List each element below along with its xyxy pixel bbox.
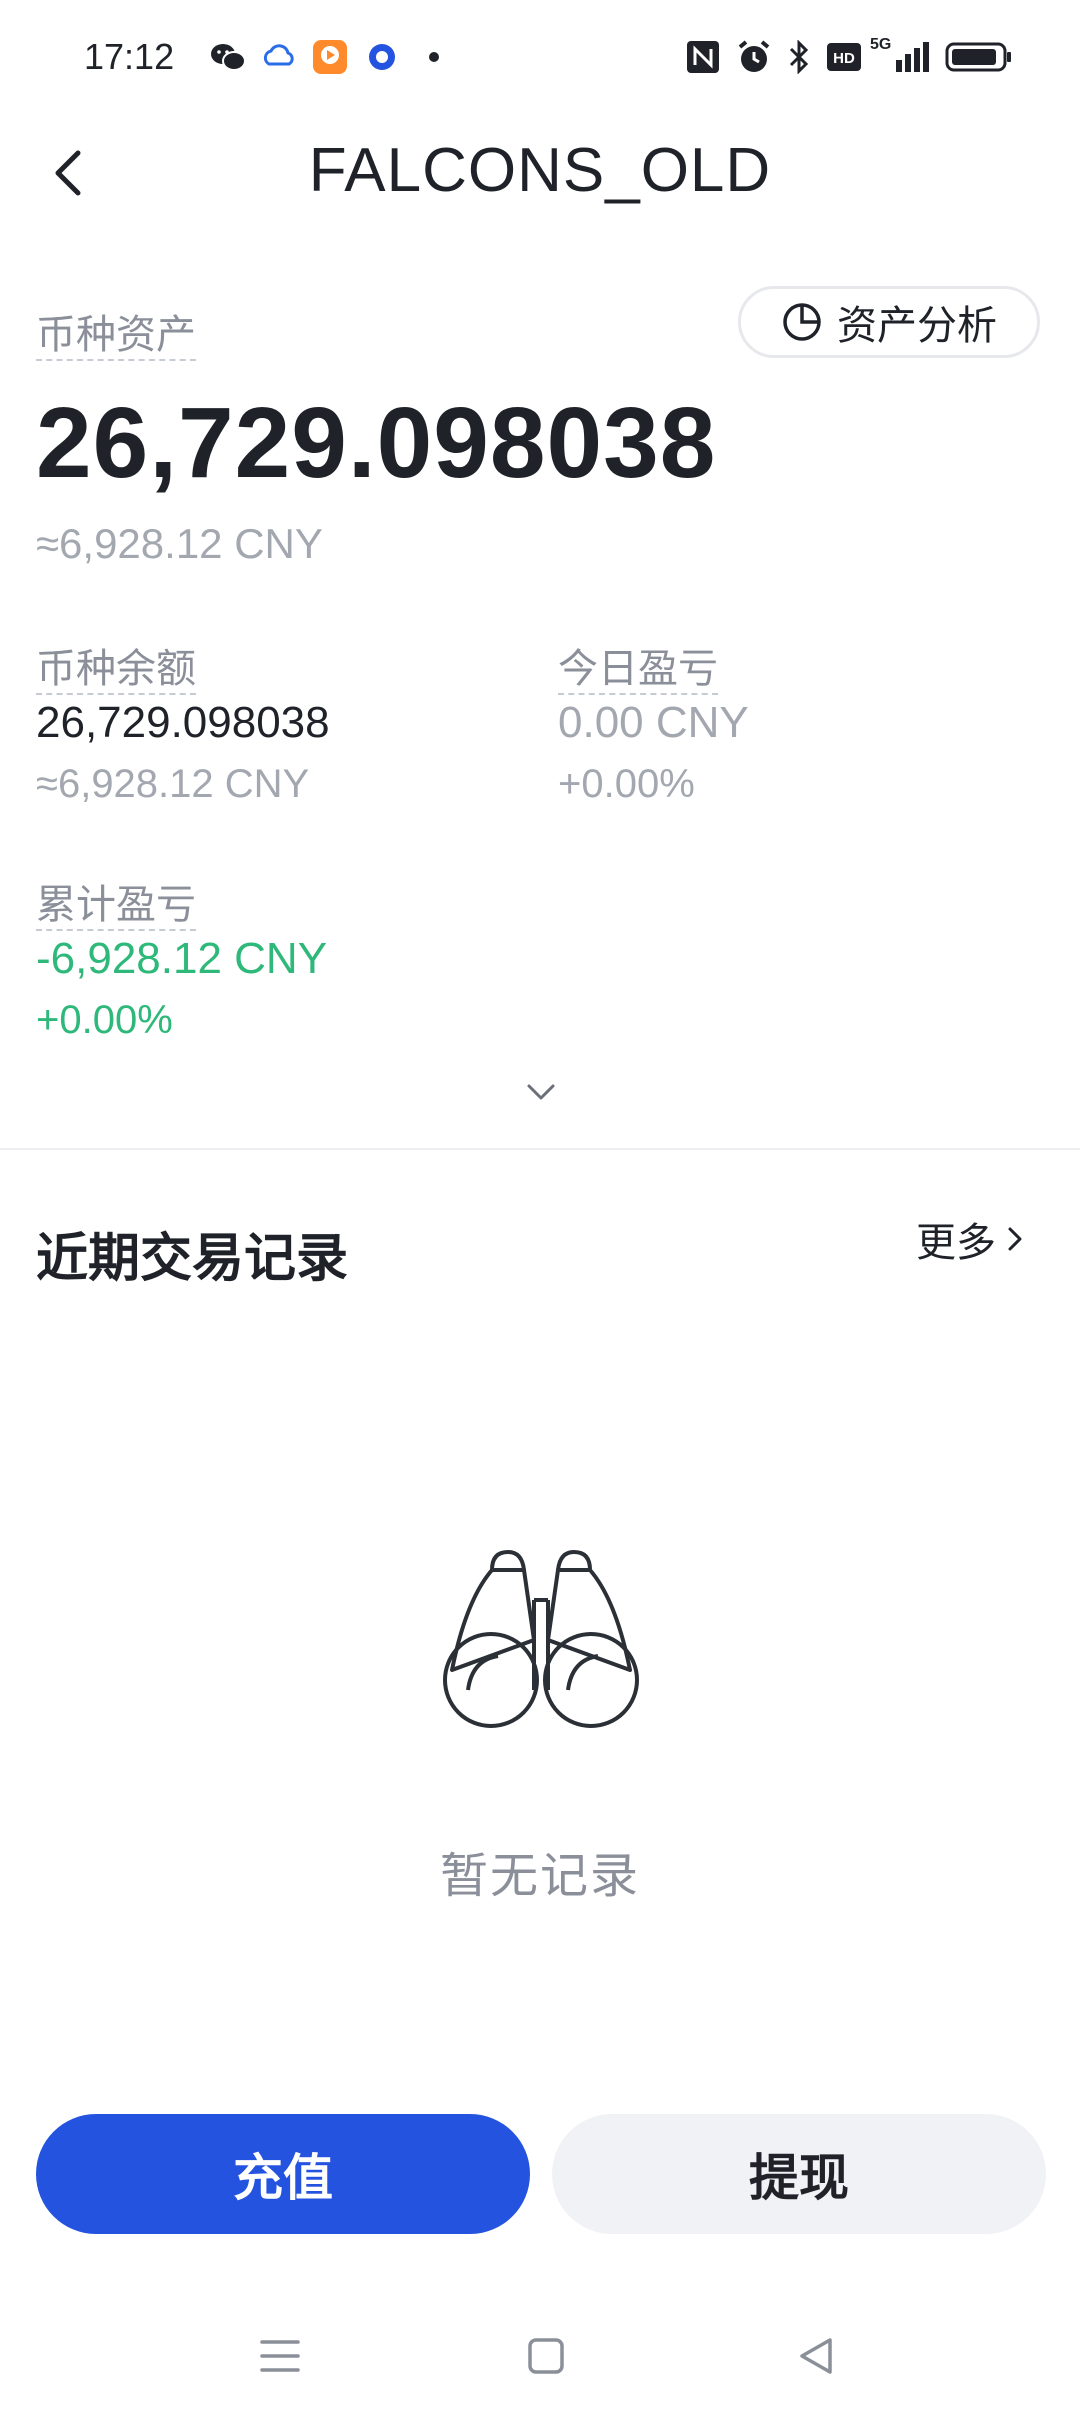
chevron-down-icon (527, 1084, 555, 1100)
battery-icon (944, 40, 1014, 74)
home-square-icon[interactable] (516, 2326, 576, 2386)
menu-icon[interactable] (250, 2326, 310, 2386)
back-triangle-icon[interactable] (786, 2326, 846, 2386)
balance-value: 26,729.098038 (36, 698, 330, 747)
more-link[interactable]: 更多 (916, 1210, 1024, 1268)
asset-analysis-button[interactable]: 资产分析 (738, 286, 1040, 358)
withdraw-button[interactable]: 提现 (552, 2114, 1046, 2234)
balance-cny: ≈6,928.12 CNY (36, 762, 310, 806)
svg-text:HD: HD (833, 50, 855, 67)
chevron-right-icon (1008, 1227, 1022, 1251)
pie-chart-icon (783, 303, 821, 341)
bluetooth-icon (784, 40, 814, 74)
binoculars-icon (436, 1540, 646, 1740)
more-label: 更多 (916, 1221, 996, 1265)
nfc-icon (684, 40, 722, 74)
page-title: FALCONS_OLD (308, 136, 772, 205)
signal-5g-icon: 5G (870, 36, 932, 74)
alarm-icon (734, 40, 774, 74)
section-divider (0, 1148, 1080, 1150)
hd-icon: HD (824, 40, 864, 74)
total-pnl-value: -6,928.12 CNY (36, 934, 328, 983)
asset-label[interactable]: 币种资产 (36, 302, 196, 361)
asset-value: 26,729.098038 (36, 387, 717, 499)
empty-records-text: 暂无记录 (439, 1850, 640, 1903)
today-pnl-percent: +0.00% (558, 762, 695, 806)
today-pnl-value: 0.00 CNY (558, 698, 749, 747)
asset-analysis-label: 资产分析 (837, 304, 997, 348)
total-pnl-percent: +0.00% (36, 998, 173, 1042)
expand-button[interactable] (525, 1076, 557, 1108)
deposit-button[interactable]: 充值 (36, 2114, 530, 2234)
status-time: 17:12 (84, 36, 175, 77)
recent-records-title: 近期交易记录 (36, 1230, 349, 1288)
total-pnl-label[interactable]: 累计盈亏 (36, 872, 196, 931)
wechat-icon (208, 40, 248, 74)
video-app-icon (310, 40, 350, 74)
today-pnl-label[interactable]: 今日盈亏 (558, 636, 718, 695)
cloud-app-icon (260, 40, 300, 74)
balance-label[interactable]: 币种余额 (36, 636, 196, 695)
browser-app-icon (364, 40, 400, 74)
more-dot-icon (424, 40, 444, 74)
asset-cny-value: ≈6,928.12 CNY (36, 520, 323, 567)
